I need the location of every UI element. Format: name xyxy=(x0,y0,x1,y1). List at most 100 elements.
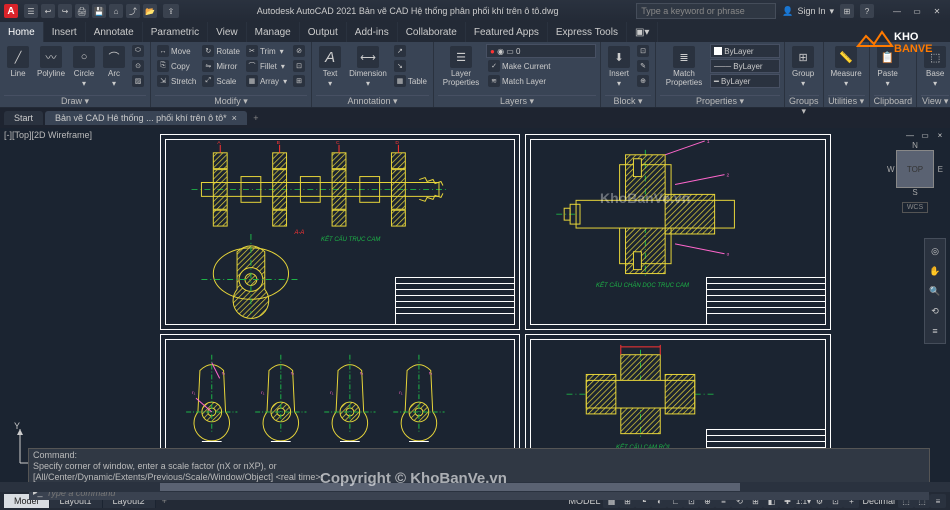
fillet-button[interactable]: ⌒Fillet▾ xyxy=(244,59,289,73)
app-logo[interactable]: A xyxy=(4,4,18,18)
sheet-1: A B C D A-A KẾT CẤU TRỤC CAM xyxy=(160,134,520,330)
sign-in[interactable]: 👤 Sign In ▾ xyxy=(782,6,834,17)
nav-pan[interactable]: ✋ xyxy=(927,263,943,279)
modify-ex-1[interactable]: ⊘ xyxy=(291,44,307,58)
doc-tab-start[interactable]: Start xyxy=(4,111,43,125)
vp-close[interactable]: × xyxy=(934,130,946,140)
nav-show[interactable]: ≡ xyxy=(927,323,943,339)
qat-open[interactable]: 📂 xyxy=(143,4,157,18)
sheet-2: 1 2 3 KẾT CẤU CHẶN DỌC TRỤC CAM xyxy=(525,134,831,330)
qat-print[interactable]: 🖨 xyxy=(75,4,89,18)
array-button[interactable]: ▦Array▾ xyxy=(244,74,289,88)
viewcube-n[interactable]: N xyxy=(912,141,918,150)
color-dropdown[interactable]: ByLayer xyxy=(710,44,780,58)
help-icon[interactable]: ? xyxy=(860,4,874,18)
stretch-button[interactable]: ⇲Stretch xyxy=(155,74,198,88)
qat-save[interactable]: 💾 xyxy=(92,4,106,18)
panel-draw-label[interactable]: Draw ▾ xyxy=(4,95,146,107)
share-button[interactable]: ⇪ xyxy=(163,4,179,18)
copy-button[interactable]: ⎘Copy xyxy=(155,59,198,73)
panel-clipboard-label[interactable]: Clipboard xyxy=(874,95,913,107)
svg-text:1: 1 xyxy=(707,139,710,145)
viewport[interactable]: [-][Top][2D Wireframe] — ▭ × TOP N S E W… xyxy=(0,128,950,492)
block-s1[interactable]: ⊡ xyxy=(635,44,651,58)
match-layer-button[interactable]: ≋Match Layer xyxy=(486,74,596,88)
modify-ex-2[interactable]: ⊡ xyxy=(291,59,307,73)
tab-annotate[interactable]: Annotate xyxy=(86,22,143,42)
panel-utilities-label[interactable]: Utilities ▾ xyxy=(828,95,865,107)
mirror-button[interactable]: ⇋Mirror xyxy=(200,59,242,73)
make-current-button[interactable]: ✓Make Current xyxy=(486,59,596,73)
layer-dropdown[interactable]: ● ◉ ▭ 0 xyxy=(486,44,596,58)
lineweight-dropdown[interactable]: ━ ByLayer xyxy=(710,74,780,88)
qat-home[interactable]: ⌂ xyxy=(109,4,123,18)
tab-express[interactable]: Express Tools xyxy=(548,22,627,42)
text-button[interactable]: AText▾ xyxy=(316,44,344,90)
block-s2[interactable]: ✎ xyxy=(635,59,651,73)
tab-view[interactable]: View xyxy=(208,22,247,42)
tab-home[interactable]: Home xyxy=(0,22,44,42)
layers-icon: ☰ xyxy=(450,46,472,68)
viewcube-e[interactable]: E xyxy=(938,165,943,174)
draw-small-3[interactable]: ▨ xyxy=(130,74,146,88)
minimize-button[interactable]: — xyxy=(888,4,906,18)
horizontal-scrollbar[interactable] xyxy=(0,482,950,492)
line-button[interactable]: ╱Line xyxy=(4,44,32,80)
panel-block-label[interactable]: Block ▾ xyxy=(605,95,651,107)
panel-layers-label[interactable]: Layers ▾ xyxy=(438,95,596,107)
panel-groups-label[interactable]: Groups ▾ xyxy=(789,95,819,107)
match-prop-button[interactable]: ≣Match Properties xyxy=(660,44,708,89)
draw-small-2[interactable]: ⊙ xyxy=(130,59,146,73)
qat-export[interactable]: ⤴ xyxy=(126,4,140,18)
move-button[interactable]: ↔Move xyxy=(155,44,198,58)
trim-button[interactable]: ✂Trim▾ xyxy=(244,44,289,58)
panel-modify-label[interactable]: Modify ▾ xyxy=(155,95,307,107)
rotate-button[interactable]: ↻Rotate xyxy=(200,44,242,58)
viewcube-s[interactable]: S xyxy=(912,188,917,197)
table-button[interactable]: ▦Table xyxy=(392,74,429,88)
tab-insert[interactable]: Insert xyxy=(44,22,86,42)
nav-wheel[interactable]: ◎ xyxy=(927,243,943,259)
dimension-button[interactable]: ⟷Dimension▾ xyxy=(346,44,390,90)
panel-properties-label[interactable]: Properties ▾ xyxy=(660,95,780,107)
panel-annotation-label[interactable]: Annotation ▾ xyxy=(316,95,429,107)
add-doc-tab[interactable]: + xyxy=(249,111,263,125)
tab-collaborate[interactable]: Collaborate xyxy=(398,22,466,42)
group-button[interactable]: ⊞Group▾ xyxy=(789,44,817,90)
arc-button[interactable]: ⌒Arc▾ xyxy=(100,44,128,90)
maximize-button[interactable]: ▭ xyxy=(908,4,926,18)
social-icon[interactable]: ⊞ xyxy=(840,4,854,18)
drawing-canvas[interactable]: A B C D A-A KẾT CẤU TRỤC CAM xyxy=(160,134,910,484)
nav-orbit[interactable]: ⟲ xyxy=(927,303,943,319)
panel-view-label[interactable]: View ▾ xyxy=(921,95,949,107)
tab-manage[interactable]: Manage xyxy=(247,22,300,42)
scale-button[interactable]: ⤢Scale xyxy=(200,74,242,88)
tab-featured[interactable]: Featured Apps xyxy=(466,22,548,42)
tab-expand[interactable]: ▣▾ xyxy=(627,22,658,42)
leader2-button[interactable]: ↘ xyxy=(392,59,429,73)
svg-text:r₁: r₁ xyxy=(192,390,196,396)
polyline-button[interactable]: 〰Polyline xyxy=(34,44,68,80)
vp-max[interactable]: ▭ xyxy=(919,130,931,140)
search-input[interactable]: Type a keyword or phrase xyxy=(636,3,776,19)
tab-addins[interactable]: Add-ins xyxy=(347,22,398,42)
tab-parametric[interactable]: Parametric xyxy=(143,22,208,42)
insert-button[interactable]: ⬇Insert▾ xyxy=(605,44,633,90)
tab-output[interactable]: Output xyxy=(300,22,347,42)
linetype-dropdown[interactable]: ─── ByLayer xyxy=(710,59,780,73)
modify-ex-3[interactable]: ⊞ xyxy=(291,74,307,88)
leader-button[interactable]: ↗ xyxy=(392,44,429,58)
close-button[interactable]: ✕ xyxy=(928,4,946,18)
qat-redo[interactable]: ↪ xyxy=(58,4,72,18)
block-s3[interactable]: ⊕ xyxy=(635,74,651,88)
layer-prop-button[interactable]: ☰Layer Properties xyxy=(438,44,484,89)
qat-menu[interactable]: ☰ xyxy=(24,4,38,18)
viewport-label[interactable]: [-][Top][2D Wireframe] xyxy=(4,130,92,140)
nav-zoom[interactable]: 🔍 xyxy=(927,283,943,299)
sb-custom[interactable]: ≡ xyxy=(930,494,946,508)
circle-button[interactable]: ○Circle▾ xyxy=(70,44,98,90)
arc-icon: ⌒ xyxy=(103,46,125,68)
draw-small-1[interactable]: ⬭ xyxy=(130,44,146,58)
qat-undo[interactable]: ↩ xyxy=(41,4,55,18)
doc-tab-file[interactable]: Bản vẽ CAD Hê thống ... phối khí trên ô … xyxy=(45,111,247,125)
